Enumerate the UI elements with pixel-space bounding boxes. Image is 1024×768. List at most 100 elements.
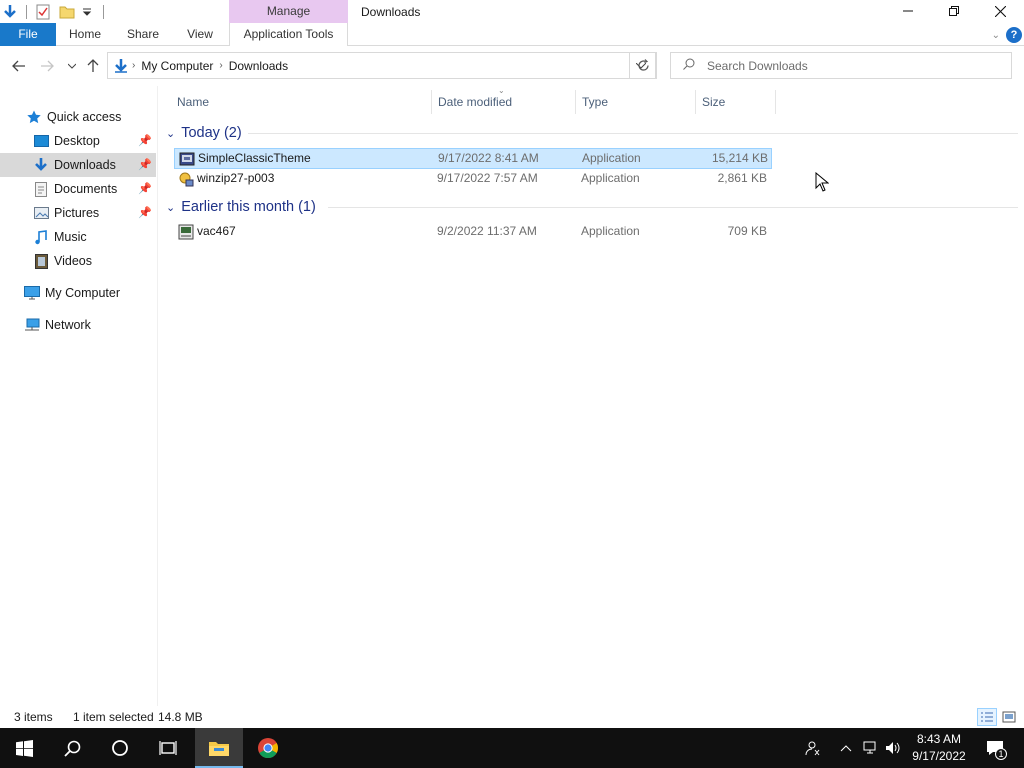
recent-locations-button[interactable] xyxy=(62,56,82,76)
search-input[interactable] xyxy=(707,58,987,73)
group-label: Earlier this month (1) xyxy=(181,199,316,215)
file-size: 709 KB xyxy=(727,224,767,238)
nav-item-quick-access[interactable]: Quick access xyxy=(0,105,156,129)
people-button[interactable] xyxy=(800,728,824,768)
nav-item-documents[interactable]: Documents 📌 xyxy=(0,177,156,201)
file-type: Application xyxy=(581,171,640,185)
file-row[interactable]: vac467 9/2/2022 11:37 AM Application 709… xyxy=(174,222,772,243)
status-selection: 1 item selected xyxy=(73,710,154,724)
chrome-taskbar-button[interactable] xyxy=(244,728,292,768)
details-view-button[interactable] xyxy=(977,708,997,726)
customize-toolbar-icon[interactable] xyxy=(81,2,93,22)
task-view-icon xyxy=(159,741,177,755)
refresh-button[interactable] xyxy=(629,52,657,79)
taskbar: 8:43 AM 9/17/2022 1 xyxy=(0,728,1024,768)
address-bar[interactable]: › My Computer › Downloads xyxy=(107,52,656,79)
volume-tray-button[interactable] xyxy=(883,728,903,768)
clock-time: 8:43 AM xyxy=(916,732,962,746)
collapse-chevron-icon[interactable]: ⌄ xyxy=(166,201,175,214)
nav-item-desktop[interactable]: Desktop 📌 xyxy=(0,129,156,153)
file-date: 9/17/2022 8:41 AM xyxy=(438,151,539,165)
nav-item-music[interactable]: Music xyxy=(0,225,156,249)
action-center-button[interactable]: 1 xyxy=(978,728,1012,768)
search-button[interactable] xyxy=(48,728,96,768)
nav-item-my-computer[interactable]: My Computer xyxy=(0,281,156,305)
tab-file[interactable]: File xyxy=(0,23,56,46)
large-icons-view-button[interactable] xyxy=(999,708,1019,726)
system-clock[interactable]: 8:43 AM 9/17/2022 xyxy=(905,731,973,765)
pin-icon[interactable]: 📌 xyxy=(138,158,152,171)
file-row[interactable]: SimpleClassicTheme 9/17/2022 8:41 AM App… xyxy=(174,148,772,169)
up-button[interactable] xyxy=(83,56,103,76)
new-folder-icon[interactable] xyxy=(57,2,77,22)
navigation-bar: › My Computer › Downloads xyxy=(0,46,1024,86)
nav-label: Desktop xyxy=(54,134,100,148)
file-explorer-taskbar-button[interactable] xyxy=(195,728,243,768)
minimize-button[interactable] xyxy=(885,0,931,22)
nav-item-pictures[interactable]: Pictures 📌 xyxy=(0,201,156,225)
task-view-button[interactable] xyxy=(144,728,192,768)
show-hidden-icons-button[interactable] xyxy=(837,728,855,768)
column-header-name[interactable]: Name xyxy=(169,86,431,118)
status-bar: 3 items 1 item selected 14.8 MB xyxy=(0,706,1024,728)
file-size: 2,861 KB xyxy=(717,171,767,185)
quick-access-toolbar xyxy=(0,0,104,24)
nav-label: Videos xyxy=(54,254,92,268)
star-icon xyxy=(26,109,42,125)
pin-icon[interactable]: 📌 xyxy=(138,206,152,219)
file-name: SimpleClassicTheme xyxy=(198,151,311,165)
column-divider[interactable] xyxy=(775,90,776,114)
search-icon xyxy=(683,58,695,73)
network-tray-button[interactable] xyxy=(861,728,881,768)
forward-button[interactable] xyxy=(37,56,57,76)
notification-badge: 1 xyxy=(995,748,1007,760)
search-icon xyxy=(63,740,80,757)
close-button[interactable] xyxy=(977,0,1023,22)
collapse-chevron-icon[interactable]: ⌄ xyxy=(166,127,175,140)
expand-ribbon-icon[interactable]: ⌄ xyxy=(992,30,1000,41)
chevron-up-icon xyxy=(840,745,852,752)
group-header-today[interactable]: ⌄ Today (2) xyxy=(166,122,242,144)
restore-button[interactable] xyxy=(931,0,977,22)
tab-share[interactable]: Share xyxy=(119,23,167,46)
column-header-size[interactable]: Size xyxy=(694,86,774,118)
file-type: Application xyxy=(581,224,640,238)
context-tab-manage[interactable]: Manage xyxy=(229,0,348,23)
download-arrow-icon[interactable] xyxy=(0,2,20,22)
download-icon xyxy=(33,157,49,173)
status-selection-size: 14.8 MB xyxy=(158,710,203,724)
status-item-count: 3 items xyxy=(14,710,53,724)
file-row[interactable]: winzip27-p003 9/17/2022 7:57 AM Applicat… xyxy=(174,169,772,190)
pin-icon[interactable]: 📌 xyxy=(138,134,152,147)
computer-icon xyxy=(24,285,40,301)
column-header-date-modified[interactable]: Date modified xyxy=(430,86,575,118)
cortana-button[interactable] xyxy=(96,728,144,768)
tab-application-tools[interactable]: Application Tools xyxy=(229,23,348,46)
back-button[interactable] xyxy=(9,56,29,76)
column-header-type[interactable]: Type xyxy=(574,86,694,118)
group-label: Today (2) xyxy=(181,125,242,141)
file-date: 9/2/2022 11:37 AM xyxy=(437,224,537,238)
tab-view[interactable]: View xyxy=(178,23,222,46)
start-button[interactable] xyxy=(0,728,48,768)
installer-icon xyxy=(178,224,194,240)
nav-label: Downloads xyxy=(54,158,116,172)
window-title: Downloads xyxy=(361,5,421,19)
help-icon[interactable]: ? xyxy=(1006,27,1022,43)
title-bar: Manage Downloads xyxy=(0,0,1024,24)
file-explorer-icon xyxy=(209,742,229,756)
breadcrumb-downloads[interactable]: Downloads xyxy=(223,59,294,73)
search-box[interactable] xyxy=(670,52,1012,79)
network-icon xyxy=(24,317,40,333)
tab-home[interactable]: Home xyxy=(60,23,110,46)
file-list: Name ⌄ Date modified Type Size ⌄ Today (… xyxy=(158,86,1024,706)
nav-item-videos[interactable]: Videos xyxy=(0,249,156,273)
breadcrumb-my-computer[interactable]: My Computer xyxy=(135,59,219,73)
nav-label: Music xyxy=(54,230,87,244)
nav-item-network[interactable]: Network xyxy=(0,313,156,337)
pin-icon[interactable]: 📌 xyxy=(138,182,152,195)
group-header-earlier-this-month[interactable]: ⌄ Earlier this month (1) xyxy=(166,196,316,218)
file-date: 9/17/2022 7:57 AM xyxy=(437,171,538,185)
nav-item-downloads[interactable]: Downloads 📌 xyxy=(0,153,156,177)
properties-icon[interactable] xyxy=(33,2,53,22)
